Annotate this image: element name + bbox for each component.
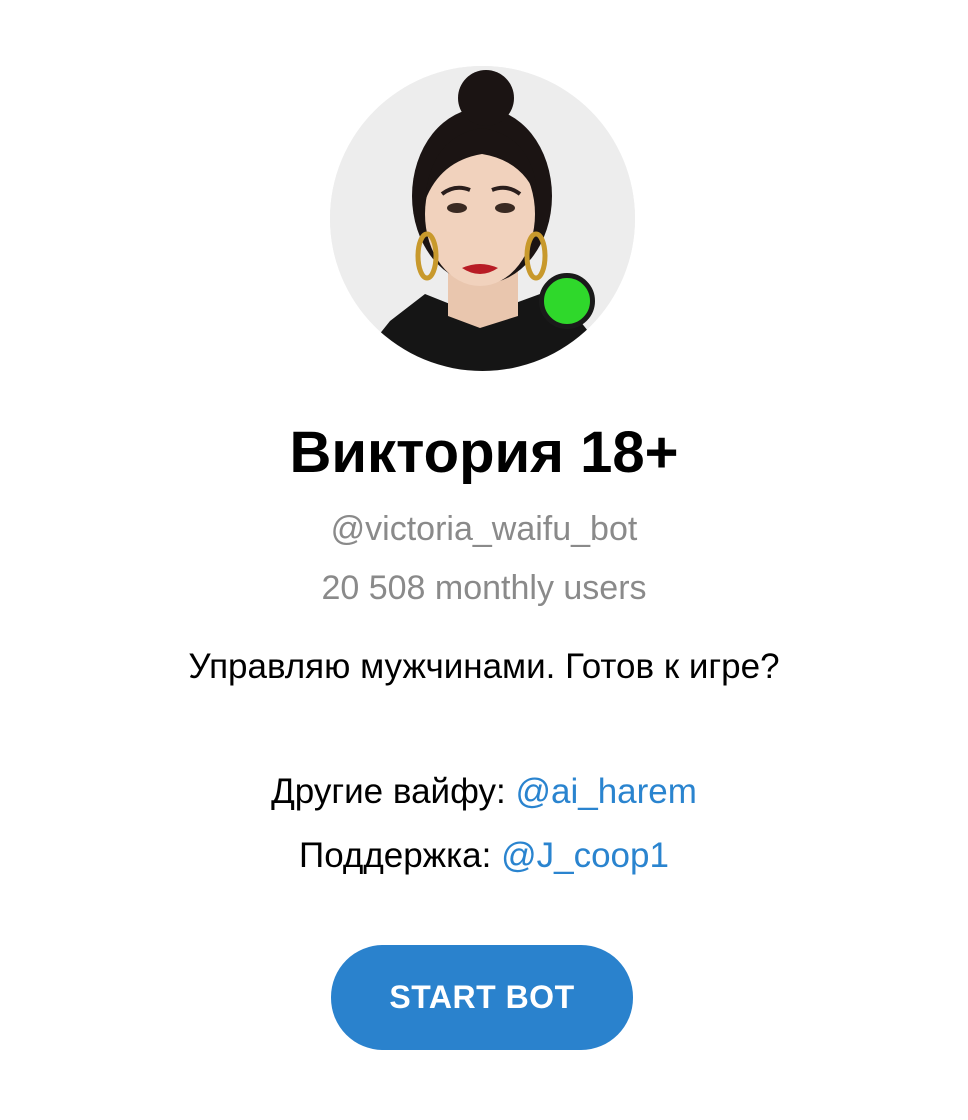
avatar-container <box>330 66 635 371</box>
avatar <box>330 66 635 371</box>
support-line: Поддержка: @J_coop1 <box>0 835 968 877</box>
avatar-photo <box>330 66 635 371</box>
other-waifus-link[interactable]: @ai_harem <box>515 772 696 811</box>
profile-description: Управляю мужчинами. Готов к игре? <box>188 647 780 686</box>
bot-profile-page: Виктория 18+ @victoria_waifu_bot 20 508 … <box>0 0 968 1120</box>
start-bot-button[interactable]: START BOT <box>331 945 633 1050</box>
other-waifus-label: Другие вайфу: <box>271 772 516 811</box>
support-label: Поддержка: <box>299 836 502 875</box>
support-link[interactable]: @J_coop1 <box>501 836 669 875</box>
profile-name: Виктория 18+ <box>289 420 679 485</box>
other-waifus-line: Другие вайфу: @ai_harem <box>0 771 968 813</box>
online-status-indicator <box>539 273 595 329</box>
monthly-users-count: 20 508 monthly users <box>321 569 647 607</box>
profile-username: @victoria_waifu_bot <box>330 510 638 548</box>
